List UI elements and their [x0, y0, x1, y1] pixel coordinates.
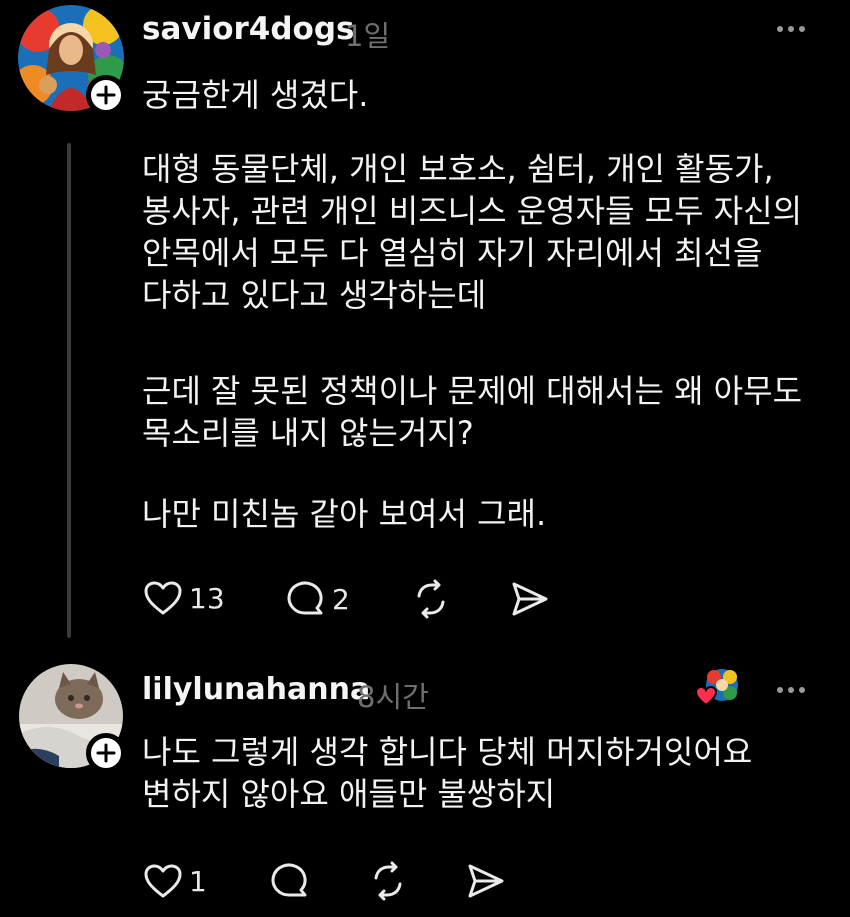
plus-icon: [96, 743, 116, 763]
reply-button[interactable]: 2: [286, 580, 350, 618]
repost-button[interactable]: [411, 579, 451, 619]
heart-filled-icon: [694, 685, 718, 707]
follow-button[interactable]: [86, 75, 126, 115]
like-button[interactable]: 1: [143, 863, 207, 899]
send-icon: [512, 582, 548, 616]
like-count: 13: [189, 581, 225, 615]
reply-button[interactable]: [270, 862, 316, 900]
share-button[interactable]: [466, 862, 506, 900]
post-time: 1일: [345, 19, 391, 53]
username[interactable]: savior4dogs: [142, 11, 355, 47]
comment-bubble-icon: [271, 863, 307, 897]
more-dots-icon[interactable]: [777, 26, 805, 32]
post-savior4dogs: savior4dogs 1일 궁금한게 생겼다. 대형 동물단체, 개인 보호소…: [0, 0, 850, 650]
repost-button[interactable]: [368, 861, 408, 901]
post-paragraph: 나도 그렇게 생각 합니다 당체 머지하거잇어요 변하지 않아요 애들만 불쌍하…: [142, 733, 753, 813]
post-time: 8시간: [357, 680, 429, 714]
follow-button[interactable]: [86, 733, 126, 773]
thread-line: [67, 143, 71, 638]
comment-bubble-icon: [287, 581, 323, 615]
share-button[interactable]: [510, 580, 550, 618]
repost-icon: [374, 861, 402, 901]
send-icon: [468, 864, 504, 898]
heart-icon: [144, 581, 182, 615]
like-count: 1: [189, 864, 207, 898]
plus-icon: [96, 85, 116, 105]
post-paragraph: 궁금한게 생겼다.: [142, 76, 369, 114]
like-button[interactable]: 13: [143, 580, 225, 616]
post-paragraph: 나만 미친놈 같아 보여서 그래.: [142, 495, 547, 533]
heart-icon: [144, 864, 182, 898]
post-paragraph: 근데 잘 못된 정책이나 문제에 대해서는 왜 아무도 목소리를 내지 않는거지…: [142, 372, 803, 452]
author-liked-indicator: [694, 667, 742, 707]
reply-count: 2: [332, 582, 350, 616]
username[interactable]: lilylunahanna: [142, 672, 370, 707]
post-lilylunahanna: lilylunahanna 8시간 나도 그렇게 생각 합니다 당체 머지하거잇…: [0, 650, 850, 917]
repost-icon: [417, 579, 445, 619]
post-paragraph: 대형 동물단체, 개인 보호소, 쉼터, 개인 활동가, 봉사자, 관련 개인 …: [142, 150, 803, 314]
more-dots-icon[interactable]: [777, 687, 805, 693]
